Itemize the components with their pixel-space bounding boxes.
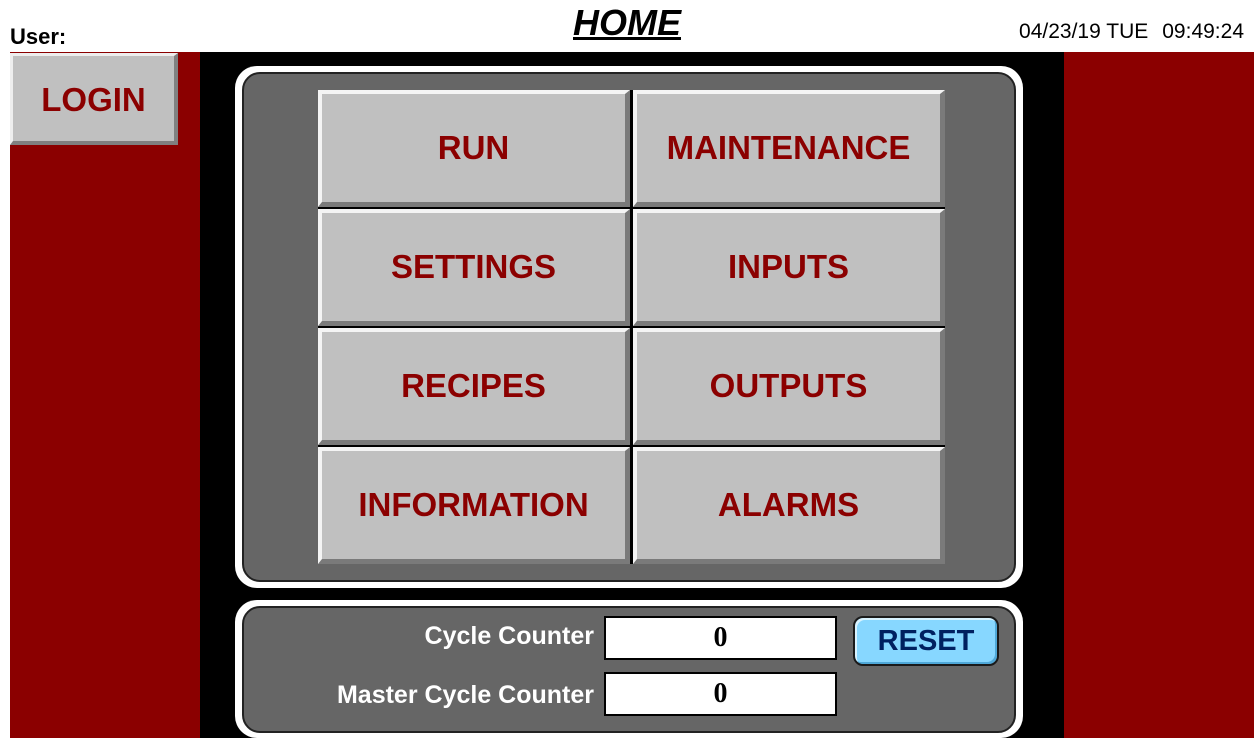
header-bar: User: HOME 04/23/19 TUE 09:49:24 [0,0,1254,52]
master-cycle-counter-value: 0 [604,672,837,716]
information-button[interactable]: INFORMATION [318,447,630,564]
menu-button-grid: RUN MAINTENANCE SETTINGS INPUTS RECIPES … [318,90,945,564]
maintenance-button[interactable]: MAINTENANCE [633,90,945,207]
settings-button[interactable]: SETTINGS [318,209,630,326]
cycle-counter-label: Cycle Counter [424,622,594,650]
cycle-counter-value: 0 [604,616,837,660]
master-cycle-counter-label: Master Cycle Counter [336,681,594,709]
login-button[interactable]: LOGIN [10,53,178,145]
left-side-panel [10,52,200,738]
outputs-button[interactable]: OUTPUTS [633,328,945,445]
date-text: 04/23/19 TUE [1019,20,1149,43]
datetime-display: 04/23/19 TUE 09:49:24 [1019,20,1244,44]
time-text: 09:49:24 [1162,20,1244,43]
inputs-button[interactable]: INPUTS [633,209,945,326]
run-button[interactable]: RUN [318,90,630,207]
recipes-button[interactable]: RECIPES [318,328,630,445]
alarms-button[interactable]: ALARMS [633,447,945,564]
right-side-panel [1064,52,1254,738]
reset-button[interactable]: RESET [853,616,999,666]
